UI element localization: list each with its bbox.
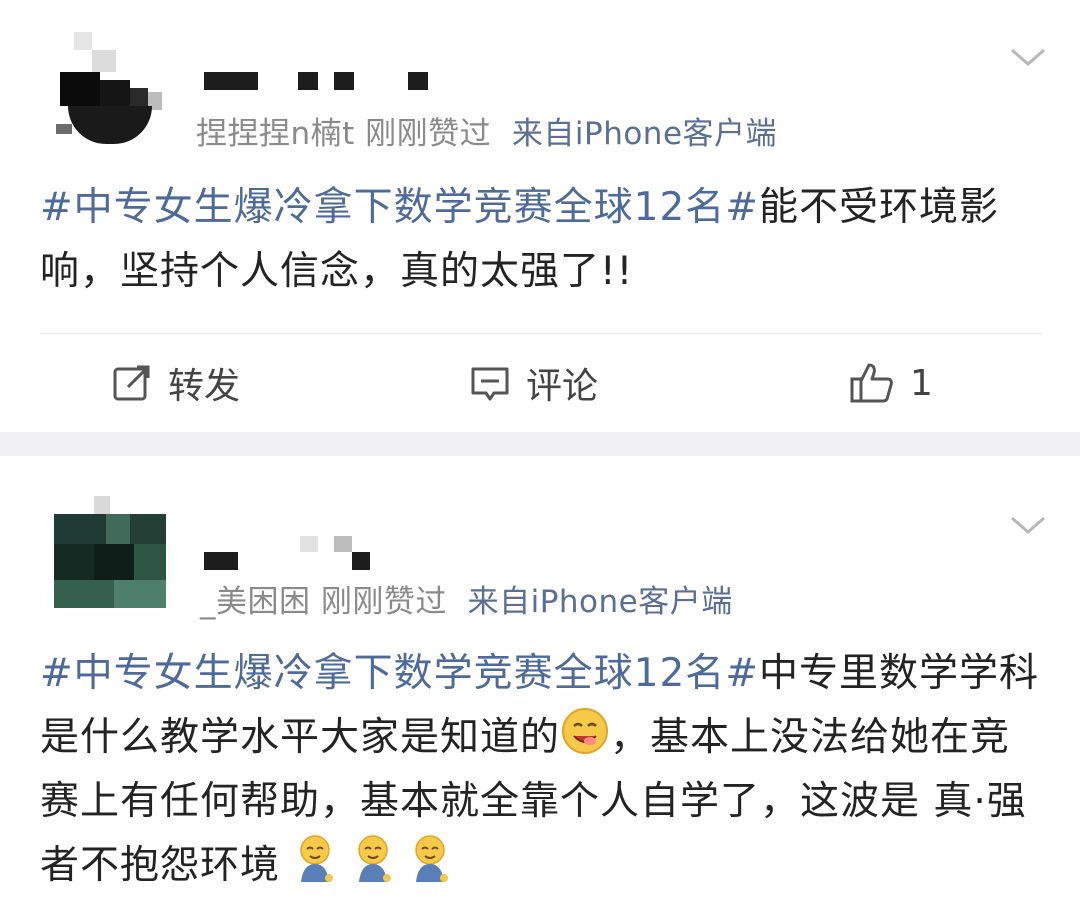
thumbs-up-icon xyxy=(850,363,893,403)
repost-icon xyxy=(113,365,150,401)
feed-post[interactable]: _美困困 刚刚赞过 来自iPhone客户端 #中专女生爆冷拿下数学竞赛全球12名… xyxy=(0,456,1080,906)
comment-label: 评论 xyxy=(526,366,599,407)
post-text: #中专女生爆冷拿下数学竞赛全球12名#中专里数学学科是什么教学水平大家是知道的 … xyxy=(40,642,1040,898)
meta-user[interactable]: _美困困 xyxy=(200,584,311,620)
hashtag-link[interactable]: #中专女生爆冷拿下数学竞赛全球12名# xyxy=(40,651,759,696)
meta-source: 来自iPhone客户端 xyxy=(511,116,778,152)
username-redacted[interactable] xyxy=(204,536,384,570)
chevron-down-icon[interactable] xyxy=(1006,42,1050,72)
comment-button[interactable]: 评论 xyxy=(470,358,598,408)
repost-label: 转发 xyxy=(168,366,241,407)
avatar[interactable] xyxy=(50,32,162,144)
divider xyxy=(40,333,1042,334)
feed-separator xyxy=(0,432,1080,456)
pray-emoji xyxy=(300,835,334,882)
post-meta: 捏捏捏n楠t 刚刚赞过 来自iPhone客户端 xyxy=(196,108,777,153)
comment-icon xyxy=(471,367,509,401)
chevron-down-icon[interactable] xyxy=(1006,510,1050,540)
meta-action: 刚刚赞过 xyxy=(365,116,492,152)
username-redacted[interactable] xyxy=(204,72,444,92)
meta-source: 来自iPhone客户端 xyxy=(467,584,733,620)
post-text: #中专女生爆冷拿下数学竞赛全球12名#能不受环境影响，坚持个人信念，真的太强了!… xyxy=(40,176,1040,304)
feed-post[interactable]: 捏捏捏n楠t 刚刚赞过 来自iPhone客户端 #中专女生爆冷拿下数学竞赛全球1… xyxy=(0,0,1080,432)
repost-button[interactable]: 转发 xyxy=(112,358,240,408)
meta-user[interactable]: 捏捏捏n楠t xyxy=(196,116,355,152)
yum-emoji xyxy=(562,708,609,754)
like-button[interactable]: 1 xyxy=(850,358,933,408)
meta-action: 刚刚赞过 xyxy=(320,584,447,620)
like-count: 1 xyxy=(910,362,933,404)
avatar[interactable] xyxy=(54,496,166,608)
pray-emoji xyxy=(415,835,449,882)
post-meta: _美困困 刚刚赞过 来自iPhone客户端 xyxy=(200,576,733,621)
pray-emoji xyxy=(358,835,391,882)
hashtag-link[interactable]: #中专女生爆冷拿下数学竞赛全球12名# xyxy=(40,185,759,230)
